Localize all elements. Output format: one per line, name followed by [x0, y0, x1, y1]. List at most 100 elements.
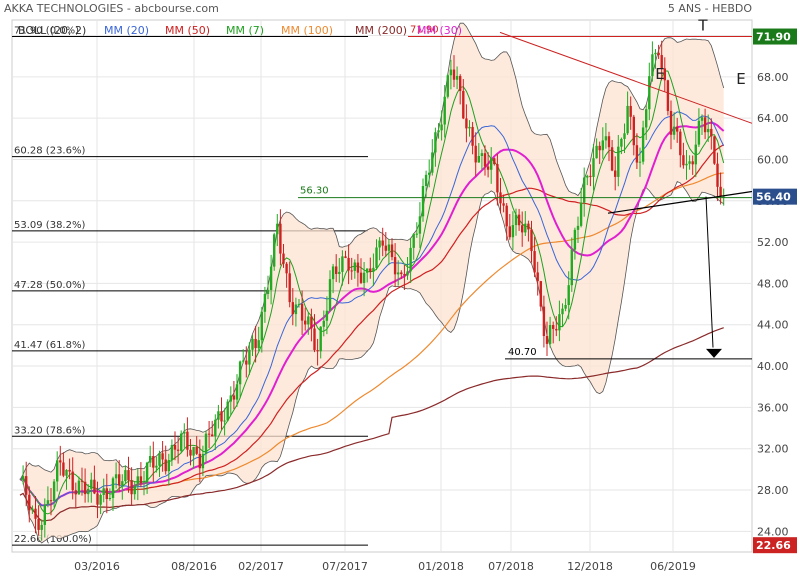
candle-body	[313, 328, 316, 351]
y-tick-label: 32.00	[757, 443, 789, 456]
candle-body	[204, 433, 208, 454]
candle-body	[638, 161, 642, 163]
candle-body	[245, 360, 248, 365]
candle-body	[641, 127, 645, 162]
candle-body	[505, 205, 508, 227]
candle-body	[449, 69, 453, 76]
candle-body	[635, 145, 639, 163]
candle-body	[610, 147, 614, 171]
candle-body	[362, 272, 366, 283]
candle-body	[564, 305, 567, 309]
candle-body	[316, 350, 319, 352]
candle-body	[688, 161, 691, 164]
candle-body	[356, 262, 360, 273]
candle-body	[576, 225, 580, 230]
candle-body	[459, 75, 462, 91]
candle-body	[542, 306, 546, 337]
x-tick-label: 08/2016	[171, 560, 217, 573]
candle-body	[676, 126, 679, 132]
candle-body	[623, 133, 626, 139]
candle-body	[344, 256, 347, 258]
y-tick-label: 64.00	[757, 112, 789, 125]
candle-body	[434, 132, 437, 153]
candle-body	[285, 263, 288, 274]
candle-body	[452, 69, 456, 80]
legend-item: MM (100)	[281, 24, 333, 37]
candle-body	[406, 271, 409, 276]
candle-body	[539, 281, 542, 307]
candle-body	[96, 493, 99, 505]
y-tick-label: 24.00	[757, 525, 789, 538]
candle-body	[393, 257, 397, 275]
candle-body	[99, 494, 102, 505]
candle-body	[263, 293, 267, 312]
target-label: 40.70	[508, 347, 537, 358]
candle-body	[282, 253, 285, 264]
candle-body	[679, 131, 682, 156]
candle-body	[291, 302, 294, 315]
candle-body	[517, 214, 521, 226]
candle-body	[443, 96, 446, 125]
candle-body	[238, 361, 242, 385]
price-tag-high: 71.90	[756, 31, 791, 44]
fib-level-label: 41.47 (61.8%)	[14, 340, 85, 351]
candle-body	[536, 272, 539, 282]
candle-body	[716, 163, 719, 187]
candle-body	[496, 164, 499, 193]
candle-body	[192, 446, 195, 456]
candle-body	[648, 76, 651, 110]
candle-body	[353, 262, 356, 271]
candle-body	[170, 444, 174, 461]
candle-body	[111, 478, 115, 498]
candle-body	[65, 469, 68, 476]
candle-body	[90, 479, 93, 489]
candle-body	[440, 124, 443, 131]
candle-body	[384, 245, 387, 251]
candle-body	[269, 266, 273, 290]
candle-body	[80, 480, 84, 482]
y-tick-label: 48.00	[757, 277, 789, 290]
candle-body	[390, 244, 394, 258]
candle-body	[139, 476, 143, 484]
candle-body	[198, 453, 201, 469]
candle-body	[52, 481, 56, 501]
candle-body	[558, 314, 561, 331]
x-tick-label: 07/2017	[322, 560, 368, 573]
candle-body	[56, 460, 59, 482]
candle-body	[570, 249, 573, 286]
candle-body	[83, 481, 87, 495]
candle-body	[437, 130, 440, 133]
candle-body	[493, 158, 496, 165]
candle-body	[93, 479, 96, 494]
candle-body	[300, 303, 304, 321]
candle-body	[632, 116, 635, 146]
candle-body	[629, 105, 632, 117]
candle-body	[152, 456, 155, 468]
candle-body	[592, 158, 595, 177]
candle-body	[49, 500, 53, 502]
candle-body	[133, 485, 136, 495]
candle-body	[421, 186, 425, 217]
candle-body	[43, 504, 46, 525]
candle-body	[211, 434, 214, 437]
legend-item: MM (7)	[226, 24, 264, 37]
candle-body	[71, 471, 74, 491]
candle-body	[31, 508, 34, 511]
candle-body	[108, 497, 112, 500]
candle-body	[598, 145, 601, 151]
candle-body	[713, 136, 716, 164]
candle-body	[694, 144, 697, 165]
candle-body	[127, 470, 130, 481]
candle-body	[521, 225, 524, 233]
candle-body	[428, 172, 431, 175]
candle-body	[691, 161, 694, 165]
pattern-left-shoulder-label: E	[655, 65, 664, 83]
candle-body	[34, 508, 37, 519]
legend-item: MM (30)	[417, 24, 462, 37]
candle-body	[586, 175, 589, 178]
candle-body	[266, 289, 270, 294]
candle-body	[136, 476, 139, 486]
candle-body	[533, 251, 536, 273]
candle-body	[657, 52, 660, 56]
y-tick-label: 60.00	[757, 153, 789, 166]
